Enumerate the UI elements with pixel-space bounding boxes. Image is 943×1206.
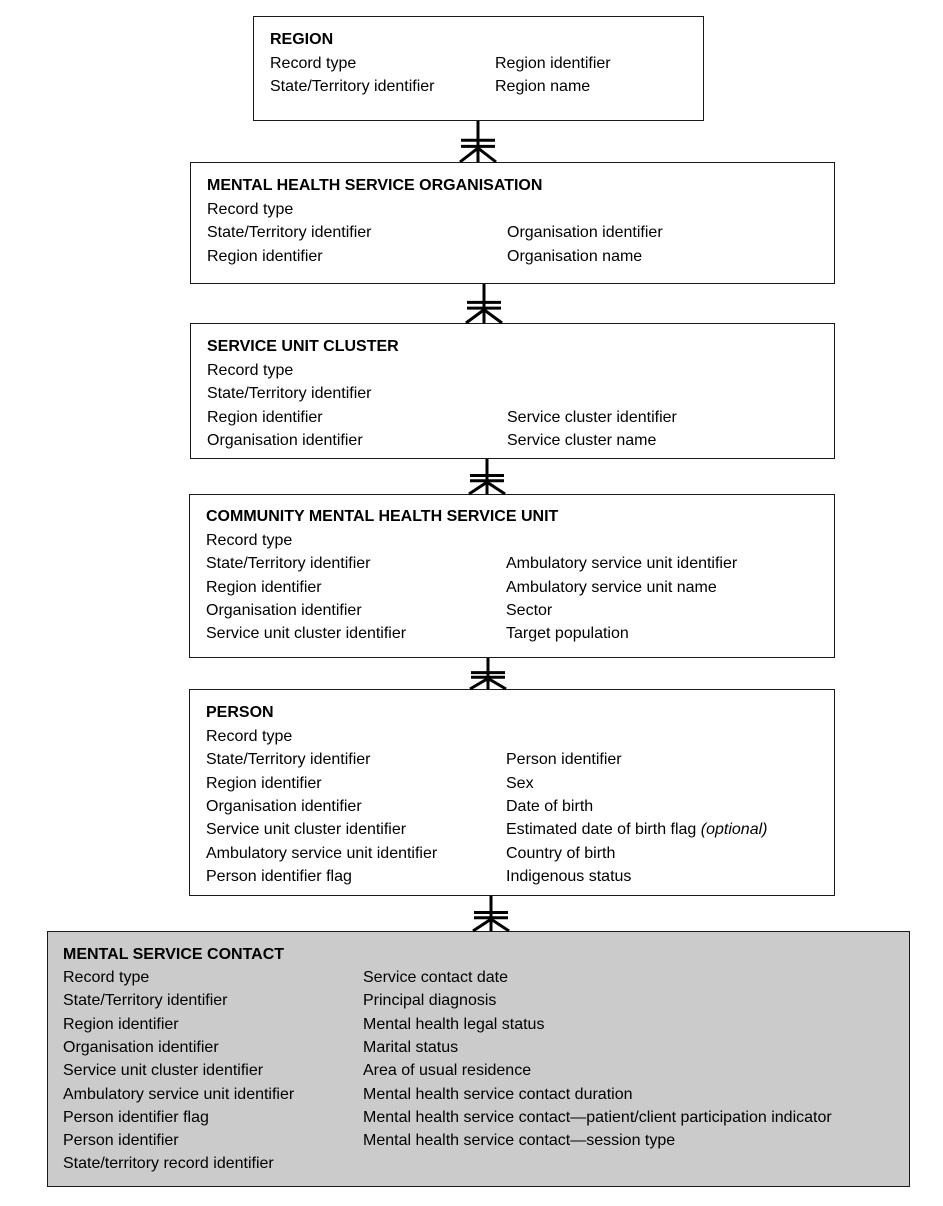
entity-attribute: Indigenous status (506, 867, 632, 885)
entity-attribute: Person identifier flag (63, 1108, 209, 1126)
crows-foot-left (472, 917, 492, 933)
entity-attribute: Record type (270, 55, 357, 72)
entity-attribute: Sex (506, 774, 534, 792)
entity-attribute: State/Territory identifier (207, 224, 372, 242)
entity-cluster: SERVICE UNIT CLUSTER Record type State/Ter… (190, 323, 835, 459)
entity-attribute: Service unit cluster identifier (206, 625, 407, 643)
crows-foot-right (477, 146, 497, 164)
crows-foot-connector (465, 284, 503, 325)
entity-attribute: Record type (207, 201, 294, 218)
entity-attribute: Organisation identifier (207, 431, 363, 449)
entity-attribute: Organisation identifier (63, 1038, 219, 1056)
entity-attribute: Ambulatory service unit identifier (206, 844, 438, 862)
entity-attribute: State/Territory identifier (206, 555, 371, 573)
entity-attribute: Service unit cluster identifier (63, 1062, 264, 1080)
entity-title: MENTAL SERVICE CONTACT (63, 946, 285, 963)
entity-attribute: Record type (63, 969, 150, 986)
entity-attribute: Person identifier flag (206, 867, 352, 885)
crows-foot-right (487, 677, 507, 691)
entity-attribute: Service contact date (363, 969, 508, 986)
entity-attribute: Service cluster name (507, 431, 657, 449)
entity-attribute: Person identifier (63, 1132, 179, 1150)
entity-attribute: Service unit cluster identifier (206, 821, 407, 839)
entity-attribute: Region identifier (207, 247, 323, 265)
entity-attribute: Sector (506, 601, 553, 619)
crows-foot-connector (459, 121, 497, 164)
entity-attribute: State/Territory identifier (207, 385, 372, 403)
entity-attribute: Estimated date of birth flag (optional) (506, 821, 768, 839)
crows-foot-right (486, 480, 506, 496)
entity-attribute: Mental health service contact—session ty… (363, 1132, 676, 1150)
entity-attribute: Person identifier (506, 751, 622, 769)
entity-title: PERSON (206, 704, 274, 721)
entity-title: SERVICE UNIT CLUSTER (207, 338, 399, 355)
entity-organisation: MENTAL HEALTH SERVICE ORGANISATION Record… (190, 162, 835, 284)
entity-attribute: Region identifier (495, 55, 611, 72)
entity-attribute: Organisation identifier (206, 601, 362, 619)
entity-title: MENTAL HEALTH SERVICE ORGANISATION (207, 177, 543, 194)
entity-attribute: Area of usual residence (363, 1062, 532, 1080)
entity-attribute: Country of birth (506, 844, 616, 862)
entity-title: COMMUNITY MENTAL HEALTH SERVICE UNIT (206, 508, 559, 525)
crows-foot-right (490, 917, 510, 933)
entity-attribute: Mental health service contact duration (363, 1085, 633, 1103)
crows-foot-left (469, 677, 489, 691)
entity-person: PERSON Record type State/Territory identif… (189, 689, 835, 896)
entity-attribute: Date of birth (506, 797, 594, 815)
entity-attribute: Region identifier (206, 774, 322, 792)
entity-title: REGION (270, 31, 334, 48)
entity-attribute: Record type (207, 362, 294, 379)
entity-attribute: Region identifier (63, 1015, 179, 1033)
crows-foot-left (459, 146, 479, 164)
entity-attribute: Organisation identifier (206, 797, 362, 815)
entity-attribute: Organisation identifier (507, 224, 663, 242)
entity-attribute: State/territory record identifier (63, 1155, 274, 1173)
entity-contact: MENTAL SERVICE CONTACT Record type State/T… (47, 931, 910, 1187)
crows-foot-left (468, 480, 488, 496)
crows-foot-left (465, 308, 485, 325)
crows-foot-connector (469, 658, 507, 691)
entity-attribute: Mental health service contact—patient/cl… (363, 1108, 832, 1126)
entity-attribute: Region identifier (207, 408, 323, 426)
optional-note: (optional) (700, 821, 768, 839)
entity-attribute: Marital status (363, 1038, 459, 1056)
entity-attribute: Record type (206, 728, 293, 745)
entity-attribute: Organisation name (507, 247, 643, 265)
entity-attribute: State/Territory identifier (63, 992, 228, 1010)
crows-foot-connector (472, 896, 510, 933)
entity-attribute: Ambulatory service unit name (506, 578, 717, 596)
entity-attribute: Ambulatory service unit identifier (506, 555, 738, 573)
entity-attribute: Mental health legal status (363, 1015, 545, 1033)
entity-attribute: State/Territory identifier (206, 751, 371, 769)
entity-attribute: Record type (206, 532, 293, 549)
entity-attribute: State/Territory identifier (270, 78, 435, 96)
entity-attribute: Region name (495, 78, 591, 96)
entity-attribute: Service cluster identifier (507, 408, 677, 426)
entity-region: REGION Record type State/Territory identif… (253, 16, 704, 121)
crows-foot-right (483, 308, 503, 325)
entity-attribute: Ambulatory service unit identifier (63, 1085, 295, 1103)
entity-unit: COMMUNITY MENTAL HEALTH SERVICE UNIT Reco… (189, 494, 835, 658)
entity-attribute: Target population (506, 625, 629, 643)
entity-attribute: Principal diagnosis (363, 992, 497, 1010)
entity-attribute: Region identifier (206, 578, 322, 596)
crows-foot-connector (468, 459, 506, 496)
